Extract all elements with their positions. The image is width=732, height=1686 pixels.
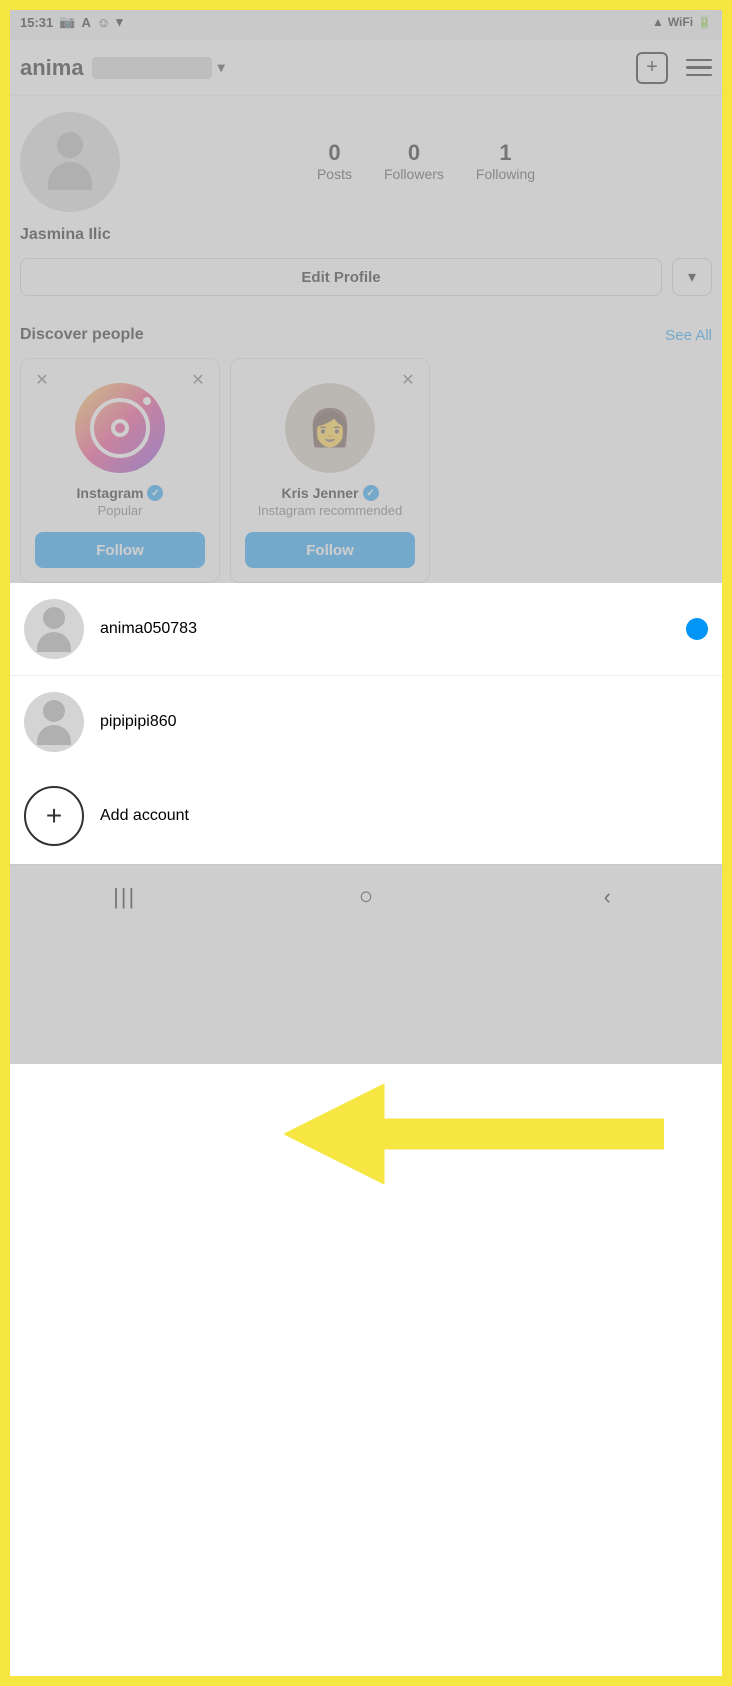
instagram-subtitle: Popular bbox=[98, 503, 143, 518]
pipi-person-icon bbox=[37, 700, 71, 745]
chevron-status-icon: ▾ bbox=[116, 14, 123, 30]
status-bar-left: 15:31 📷 A ☺ ▾ bbox=[20, 14, 123, 30]
instagram-gradient-logo bbox=[75, 383, 165, 473]
kris-jenner-verified-badge: ✓ bbox=[363, 485, 379, 501]
kris-jenner-photo: 👩 bbox=[285, 383, 375, 473]
add-post-button[interactable]: + bbox=[636, 52, 668, 84]
account-avatar-pipi bbox=[24, 692, 84, 752]
anima-avatar-head bbox=[43, 607, 65, 629]
card-dismiss-kris[interactable]: ✕ bbox=[397, 369, 419, 391]
instagram-center bbox=[111, 419, 129, 437]
following-count: 1 bbox=[476, 140, 535, 166]
arrow-svg bbox=[284, 1084, 664, 1184]
posts-label: Posts bbox=[317, 166, 352, 182]
pipi-avatar-body bbox=[37, 725, 71, 745]
instagram-follow-button[interactable]: Follow bbox=[35, 532, 205, 568]
username-blur-mask bbox=[92, 57, 212, 79]
top-nav-left[interactable]: anima ▾ bbox=[20, 55, 225, 81]
discover-section: Discover people See All ✕ ✕ Instagram ✓ … bbox=[4, 326, 728, 583]
profile-header: 0 Posts 0 Followers 1 Following bbox=[20, 112, 712, 212]
profile-options-button[interactable]: ▾ bbox=[672, 258, 712, 296]
status-bar-right: ▲ WiFi 🔋 bbox=[652, 15, 712, 29]
instagram-verified-badge: ✓ bbox=[147, 485, 163, 501]
wifi-icon: WiFi bbox=[668, 15, 693, 29]
signal-icon: ▲ bbox=[652, 15, 664, 29]
kris-jenner-avatar: 👩 bbox=[285, 383, 375, 473]
nav-back-button[interactable]: ||| bbox=[110, 882, 140, 912]
home-circle-icon: ○ bbox=[359, 883, 374, 911]
add-account-label: Add account bbox=[100, 807, 189, 825]
profile-avatar[interactable] bbox=[20, 112, 120, 212]
anima-person-icon bbox=[37, 607, 71, 652]
account-switcher-panel: anima050783 pipipipi860 + Add account bbox=[4, 583, 728, 864]
following-label: Following bbox=[476, 166, 535, 182]
card-dismiss-left[interactable]: ✕ bbox=[31, 369, 53, 391]
edit-profile-row: Edit Profile ▾ bbox=[20, 258, 712, 296]
kris-jenner-subtitle: Instagram recommended bbox=[258, 503, 403, 518]
yellow-arrow-annotation bbox=[284, 1084, 664, 1189]
hamburger-line-2 bbox=[686, 66, 712, 69]
account-avatar-anima bbox=[24, 599, 84, 659]
avatar-body bbox=[48, 162, 92, 190]
suggestion-card-kris-jenner: ✕ 👩 Kris Jenner ✓ Instagram recommended … bbox=[230, 358, 430, 583]
kris-jenner-follow-button[interactable]: Follow bbox=[245, 532, 415, 568]
add-account-button[interactable]: + bbox=[24, 786, 84, 846]
nav-forward-button[interactable]: ‹ bbox=[592, 882, 622, 912]
hamburger-line-3 bbox=[686, 74, 712, 77]
followers-label: Followers bbox=[384, 166, 444, 182]
anima-avatar-body bbox=[37, 632, 71, 652]
kris-jenner-name: Kris Jenner bbox=[281, 485, 358, 501]
add-account-item[interactable]: + Add account bbox=[4, 768, 728, 864]
followers-count: 0 bbox=[384, 140, 444, 166]
pipi-avatar-head bbox=[43, 700, 65, 722]
kris-jenner-name-row: Kris Jenner ✓ bbox=[281, 485, 378, 501]
account-dropdown-arrow[interactable]: ▾ bbox=[218, 59, 225, 76]
see-all-button[interactable]: See All bbox=[665, 327, 712, 344]
stats-row: 0 Posts 0 Followers 1 Following bbox=[140, 140, 712, 184]
nav-home-button[interactable]: ○ bbox=[351, 882, 381, 912]
avatar-head bbox=[57, 132, 83, 158]
top-nav-right: + bbox=[636, 52, 712, 84]
face-status-icon: ☺ bbox=[97, 15, 110, 30]
profile-display-name: Jasmina Ilic bbox=[20, 226, 712, 244]
status-time: 15:31 bbox=[20, 15, 53, 30]
instagram-top-dot bbox=[143, 397, 151, 405]
plus-icon-add: + bbox=[46, 800, 62, 832]
instagram-name: Instagram bbox=[77, 485, 144, 501]
card-dismiss-instagram[interactable]: ✕ bbox=[187, 369, 209, 391]
following-stat[interactable]: 1 Following bbox=[476, 140, 535, 184]
posts-count: 0 bbox=[317, 140, 352, 166]
instagram-ring bbox=[90, 398, 150, 458]
active-account-indicator bbox=[686, 618, 708, 640]
suggestion-card-instagram: ✕ ✕ Instagram ✓ Popular Follow bbox=[20, 358, 220, 583]
suggestions-row: ✕ ✕ Instagram ✓ Popular Follow ✕ bbox=[20, 358, 712, 583]
instagram-logo-avatar bbox=[75, 383, 165, 473]
plus-icon: + bbox=[646, 56, 658, 79]
battery-icon: 🔋 bbox=[697, 15, 712, 29]
top-nav: anima ▾ + bbox=[4, 40, 728, 96]
default-avatar-icon bbox=[40, 132, 100, 192]
menu-button[interactable] bbox=[686, 59, 712, 77]
followers-stat[interactable]: 0 Followers bbox=[384, 140, 444, 184]
account-item-pipi[interactable]: pipipipi860 bbox=[4, 676, 728, 768]
chevron-down-icon: ▾ bbox=[688, 267, 696, 287]
back-lines-icon: ||| bbox=[113, 884, 136, 910]
account-username-anima: anima050783 bbox=[100, 620, 670, 638]
edit-profile-button[interactable]: Edit Profile bbox=[20, 258, 662, 296]
forward-chevron-icon: ‹ bbox=[604, 884, 611, 910]
instagram-name-row: Instagram ✓ bbox=[77, 485, 164, 501]
status-bar: 15:31 📷 A ☺ ▾ ▲ WiFi 🔋 bbox=[4, 4, 728, 40]
profile-section: 0 Posts 0 Followers 1 Following Jasmina … bbox=[4, 96, 728, 326]
discover-header: Discover people See All bbox=[20, 326, 712, 344]
bottom-nav: ||| ○ ‹ bbox=[4, 864, 728, 928]
text-a-icon: A bbox=[81, 15, 90, 30]
account-item-anima[interactable]: anima050783 bbox=[4, 583, 728, 676]
top-nav-username: anima bbox=[20, 55, 84, 81]
camera-status-icon: 📷 bbox=[59, 14, 75, 30]
hamburger-line-1 bbox=[686, 59, 712, 62]
posts-stat[interactable]: 0 Posts bbox=[317, 140, 352, 184]
discover-people-title: Discover people bbox=[20, 326, 144, 344]
account-username-pipi: pipipipi860 bbox=[100, 713, 708, 731]
